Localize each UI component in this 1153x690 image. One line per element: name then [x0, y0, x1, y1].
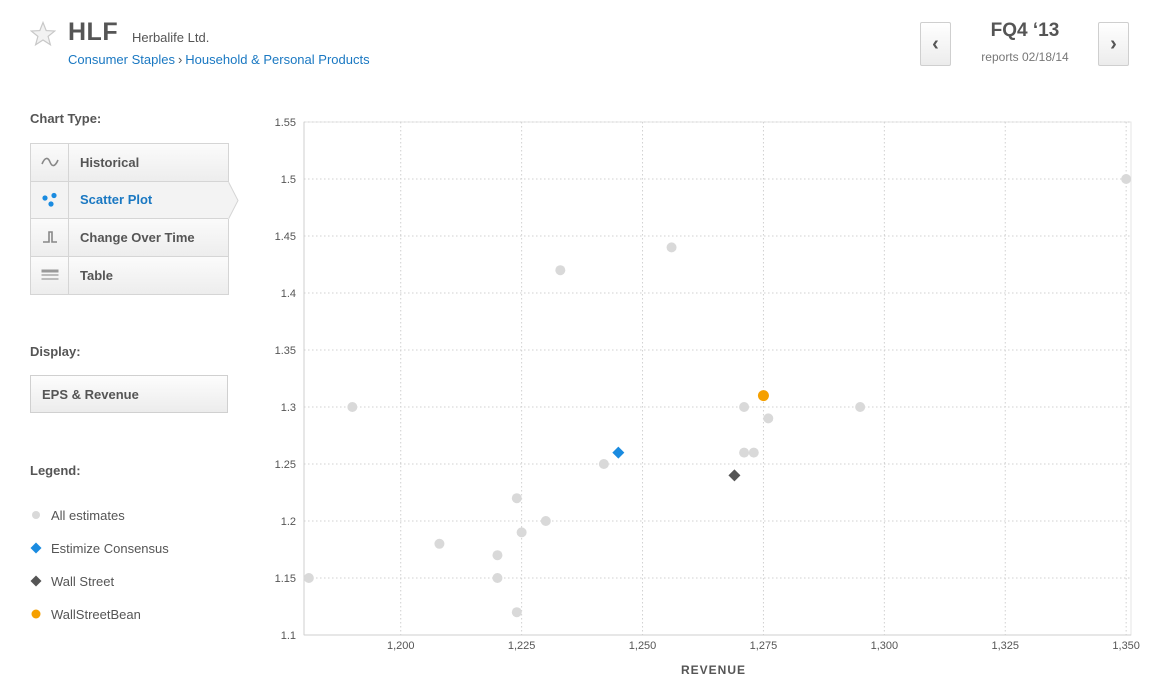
- scatter-point: [1121, 174, 1131, 184]
- y-tick-label: 1.45: [275, 231, 296, 243]
- y-tick-label: 1.5: [281, 174, 296, 186]
- y-tick-label: 1.35: [275, 345, 296, 357]
- x-tick-label: 1,300: [871, 640, 899, 652]
- y-tick-label: 1.25: [275, 459, 296, 471]
- scatter-point-diamond: [728, 469, 740, 481]
- scatter-point: [512, 493, 522, 503]
- scatter-point: [517, 527, 527, 537]
- scatter-point-diamond: [612, 447, 624, 459]
- y-tick-label: 1.55: [275, 117, 296, 129]
- x-axis-title: REVENUE: [681, 663, 746, 677]
- scatter-point: [739, 448, 749, 458]
- scatter-point: [492, 550, 502, 560]
- x-tick-label: 1,200: [387, 640, 415, 652]
- x-tick-label: 1,325: [991, 640, 1019, 652]
- y-tick-label: 1.1: [281, 630, 296, 642]
- x-tick-label: 1,225: [508, 640, 536, 652]
- y-tick-label: 1.2: [281, 516, 296, 528]
- scatter-point: [855, 402, 865, 412]
- y-tick-label: 1.3: [281, 402, 296, 414]
- scatter-point: [599, 459, 609, 469]
- scatter-point: [758, 390, 769, 401]
- x-tick-label: 1,250: [629, 640, 657, 652]
- y-tick-label: 1.4: [281, 288, 296, 300]
- scatter-point: [749, 448, 759, 458]
- scatter-point: [492, 573, 502, 583]
- scatter-point: [304, 573, 314, 583]
- scatter-point: [555, 265, 565, 275]
- x-tick-label: 1,350: [1112, 640, 1140, 652]
- scatter-chart: 1.1 1.15 1.2 1.25 1.3 1.35 1.4 1.45 1.5 1.55 1,200…: [0, 0, 1153, 690]
- x-tick-label: 1,275: [750, 640, 778, 652]
- plot-area-border: [304, 122, 1131, 635]
- scatter-point: [739, 402, 749, 412]
- scatter-point: [667, 242, 677, 252]
- scatter-point: [541, 516, 551, 526]
- scatter-point: [347, 402, 357, 412]
- scatter-point: [434, 539, 444, 549]
- scatter-point: [512, 607, 522, 617]
- y-tick-label: 1.15: [275, 573, 296, 585]
- scatter-point: [763, 413, 773, 423]
